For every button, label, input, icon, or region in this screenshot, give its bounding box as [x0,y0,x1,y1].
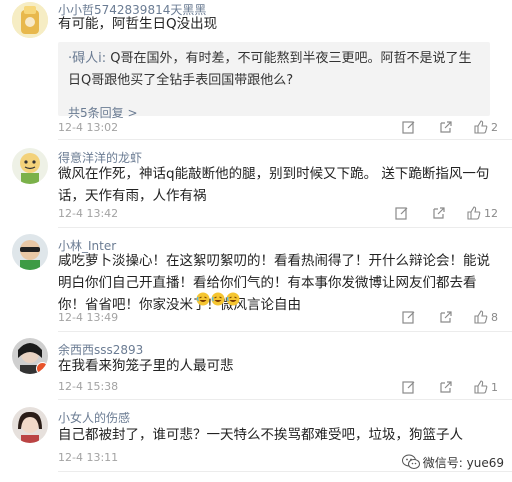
comment-text: 微风在作死，神话q能敲断他的腿，别到时候又下跪。 送下跪断指风一句话，天作有雨，… [58,166,490,204]
comment-1: 小小哲5742839814天黑黑 有可能，阿哲生日Q没出现 ·碍人i: Q哥在国… [0,0,512,140]
like-icon[interactable] [467,206,481,220]
timestamp: 12-4 13:02 [58,121,119,134]
laugh-emoji [211,291,225,306]
timestamp: 12-4 13:11 [58,451,119,464]
wechat-icon [401,454,420,470]
reply-text: ·碍人i: Q哥在国外，有时差，不可能熬到半夜三更吧。阿哲不是说了生日Q哥跟他买… [68,48,482,92]
comment-3: 小林_Inter 咸吃萝卜淡操心！在这絮叨絮叨的！看看热闹得了！开什么辩论会！能… [0,228,512,332]
edit-icon[interactable] [402,380,416,394]
like-count: 12 [484,206,498,220]
laugh-emoji [226,291,240,306]
reply-username[interactable]: ·碍人i: [68,51,106,66]
laugh-emoji-group [196,291,241,306]
like-icon[interactable] [474,380,488,394]
share-icon[interactable] [438,120,452,134]
edit-icon[interactable] [402,310,416,324]
verified-badge [36,362,48,374]
comment-2: 得意洋洋的龙虾 微风在作死，神话q能敲断他的腿，别到时候又下跪。 送下跪断指风一… [0,140,512,228]
share-icon[interactable] [438,380,452,394]
comment-text: 自己都被封了，谁可悲？一天特么不挨骂都难受吧，垃圾，狗篮子人 [58,427,463,443]
actions: 12 [373,205,498,221]
watermark-text: 微信号: yue69 [422,455,504,470]
reply-content: Q哥在国外，有时差，不可能熬到半夜三更吧。阿哲不是说了生日Q哥跟他买了全钻手表回… [68,51,472,88]
timestamp: 12-4 13:42 [58,207,119,220]
like-icon[interactable] [474,310,488,324]
comment-text: 有可能，阿哲生日Q没出现 [58,16,218,32]
edit-icon[interactable] [395,206,409,220]
laugh-emoji [196,291,210,306]
reply-box[interactable]: ·碍人i: Q哥在国外，有时差，不可能熬到半夜三更吧。阿哲不是说了生日Q哥跟他买… [58,42,490,120]
actions: 8 [380,309,498,325]
actions: 1 [380,379,498,395]
comment-4: 余西西sss2893 在我看来狗笼子里的人最可悲 12-4 15:38 1 [0,332,512,400]
share-icon[interactable] [438,310,452,324]
like-count: 8 [491,310,498,324]
edit-icon[interactable] [402,120,416,134]
like-count: 2 [491,120,498,134]
wechat-watermark: 微信号: yue69 [401,452,504,472]
avatar[interactable] [12,407,48,443]
share-icon[interactable] [431,206,445,220]
like-count: 1 [491,380,498,394]
comment-text: 咸吃萝卜淡操心！在这絮叨絮叨的！看看热闹得了！开什么辩论会！能说明白你们自己开直… [58,253,490,313]
like-icon[interactable] [474,120,488,134]
view-replies-link[interactable]: 共5条回复 > [68,104,138,121]
avatar[interactable] [12,234,48,270]
actions: 2 [380,119,498,135]
avatar[interactable] [12,148,48,184]
avatar[interactable] [12,338,48,374]
timestamp: 12-4 13:49 [58,311,119,324]
avatar[interactable] [12,2,48,38]
comment-text: 在我看来狗笼子里的人最可悲 [58,358,234,374]
timestamp: 12-4 15:38 [58,380,119,393]
